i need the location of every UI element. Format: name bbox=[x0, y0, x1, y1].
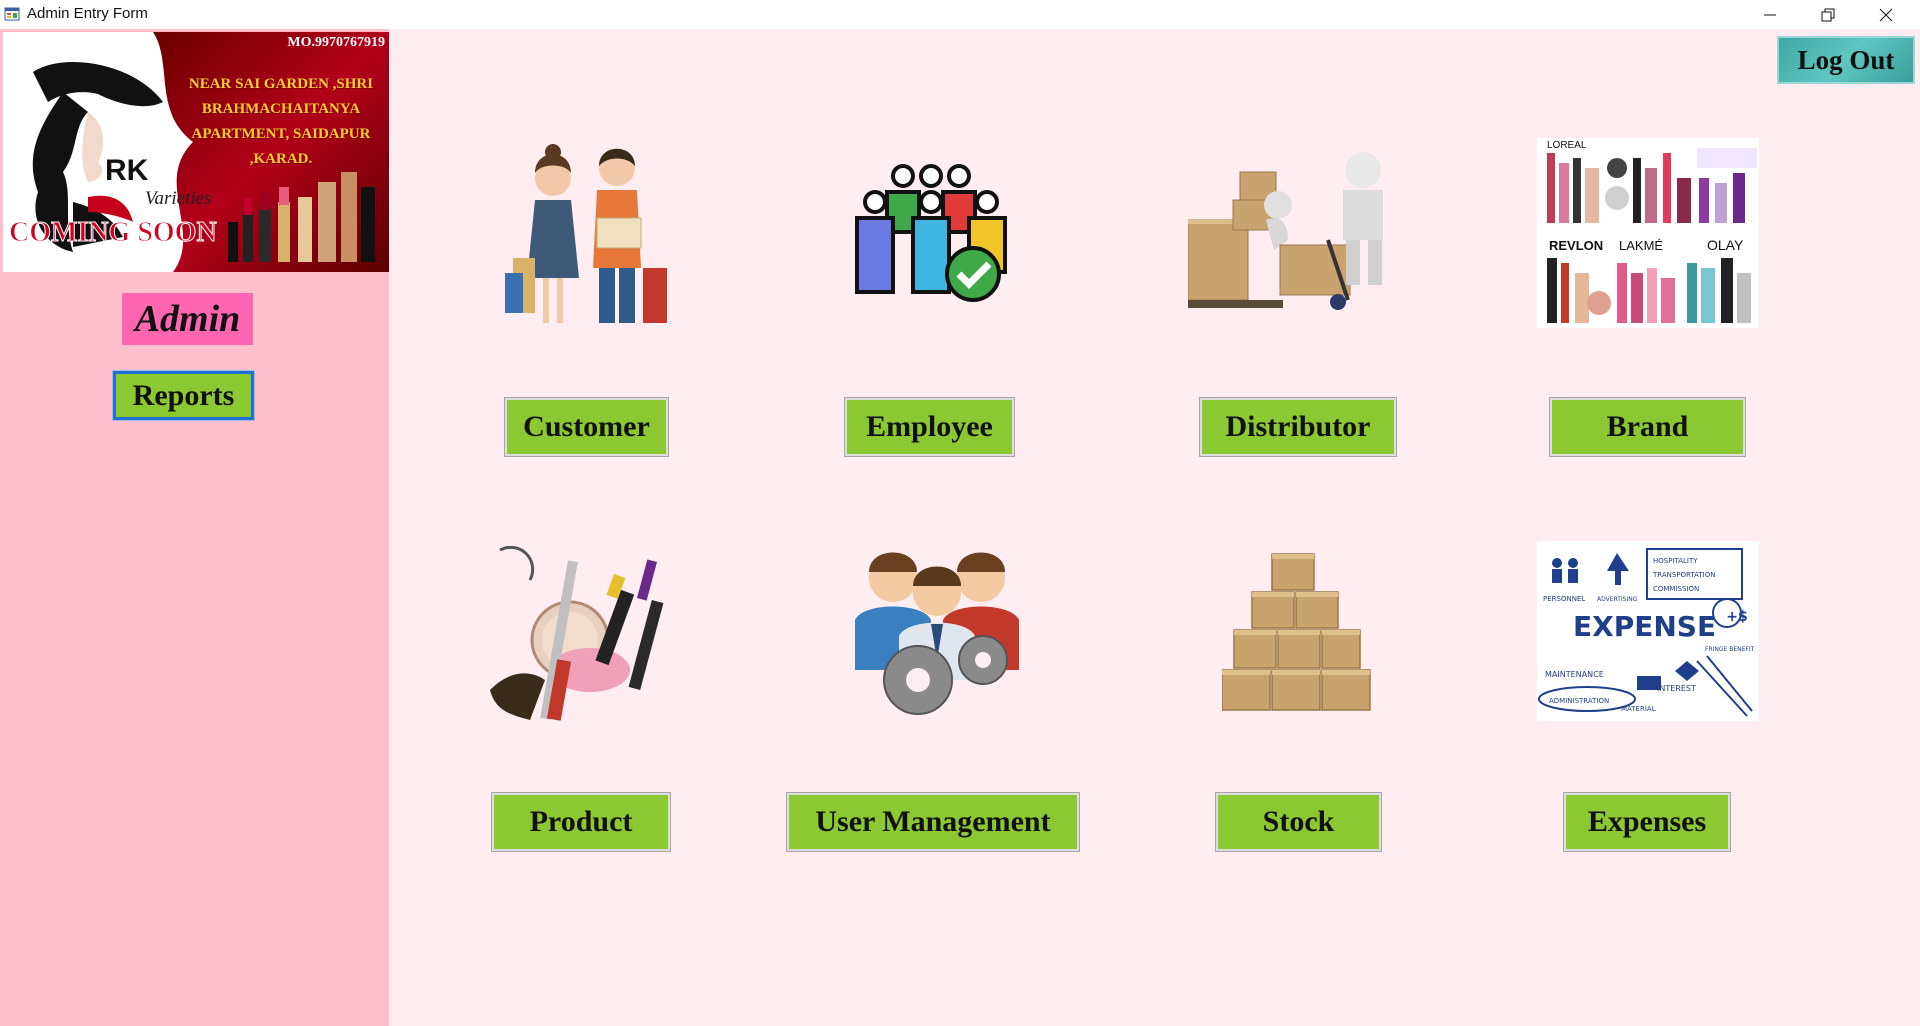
brand-loreal-text: LOREAL bbox=[1547, 140, 1587, 151]
cosmetic-brands-icon[interactable]: LOREAL REVLON LAKMÉ OLAY bbox=[1537, 138, 1759, 328]
user-management-button[interactable]: User Management bbox=[786, 792, 1080, 852]
users-gears-icon[interactable] bbox=[853, 540, 1021, 723]
hospitality-text: HOSPITALITY bbox=[1653, 557, 1698, 565]
brand-lakme-text: LAKMÉ bbox=[1619, 238, 1663, 253]
personnel-text: PERSONNEL bbox=[1543, 595, 1585, 603]
logo-text: RK bbox=[105, 154, 149, 187]
brand-button[interactable]: Brand bbox=[1549, 397, 1746, 457]
app-icon bbox=[4, 7, 20, 21]
product-button[interactable]: Product bbox=[491, 792, 671, 852]
transportation-text: TRANSPORTATION bbox=[1652, 571, 1715, 579]
sidebar: MO.9970767919 NEAR SAI GARDEN ,SHRI BRAH… bbox=[0, 29, 389, 1026]
shopping-couple-icon[interactable] bbox=[505, 138, 667, 331]
commission-text: COMMISSION bbox=[1653, 585, 1699, 593]
logout-button[interactable]: Log Out bbox=[1777, 36, 1915, 84]
restore-icon bbox=[1821, 8, 1835, 21]
close-icon bbox=[1879, 8, 1893, 21]
close-button[interactable] bbox=[1857, 0, 1915, 29]
minimize-icon bbox=[1764, 14, 1776, 15]
expenses-button[interactable]: Expenses bbox=[1563, 792, 1731, 852]
title-bar: Admin Entry Form bbox=[0, 0, 1920, 29]
minimize-button[interactable] bbox=[1741, 0, 1799, 29]
material-text: MATERIAL bbox=[1621, 705, 1656, 713]
advertising-text: ADVERTISING bbox=[1597, 596, 1638, 603]
dollar-symbol: +$ bbox=[1726, 609, 1747, 625]
admin-label: Admin bbox=[122, 293, 253, 345]
shop-address: NEAR SAI GARDEN ,SHRI BRAHMACHAITANYA AP… bbox=[188, 76, 374, 167]
expense-word-text: EXPENSE bbox=[1573, 610, 1716, 643]
brand-revlon-text: REVLON bbox=[1549, 238, 1603, 253]
box-stack-icon[interactable] bbox=[1222, 550, 1372, 715]
reports-button[interactable]: Reports bbox=[112, 370, 255, 421]
window-title: Admin Entry Form bbox=[27, 5, 148, 22]
distributor-button[interactable]: Distributor bbox=[1199, 397, 1397, 457]
employee-group-icon[interactable] bbox=[851, 162, 1011, 302]
cosmetics-icon[interactable] bbox=[490, 540, 672, 723]
delivery-boxes-icon[interactable] bbox=[1188, 150, 1410, 312]
maintenance-text: MAINTENANCE bbox=[1545, 670, 1604, 679]
coming-soon-text: COMING SOON bbox=[9, 217, 218, 249]
fringe-benefit-text: FRINGE BENEFIT bbox=[1705, 646, 1755, 653]
stock-button[interactable]: Stock bbox=[1215, 792, 1382, 852]
restore-button[interactable] bbox=[1799, 0, 1857, 29]
brand-olay-text: OLAY bbox=[1707, 237, 1744, 253]
administration-text: ADMINISTRATION bbox=[1549, 697, 1609, 705]
expense-chart-icon[interactable]: +$ EXPENSE PERSONNEL ADVERTISING MAINTEN… bbox=[1537, 541, 1759, 721]
logo-subtext: Varieties bbox=[145, 188, 212, 209]
phone-number: MO.9970767919 bbox=[287, 35, 385, 50]
interest-text: INTEREST bbox=[1657, 684, 1696, 693]
customer-button[interactable]: Customer bbox=[504, 397, 669, 457]
employee-button[interactable]: Employee bbox=[844, 397, 1015, 457]
shop-banner: MO.9970767919 NEAR SAI GARDEN ,SHRI BRAH… bbox=[3, 32, 389, 272]
